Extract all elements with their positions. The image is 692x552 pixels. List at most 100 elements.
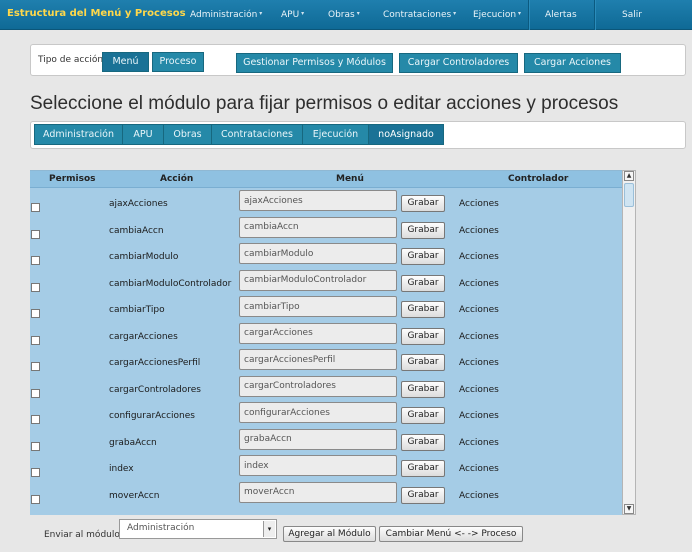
tab-apu[interactable]: APU	[123, 124, 164, 145]
menu-name-input[interactable]	[239, 481, 397, 503]
nav-label: Ejecucion	[473, 10, 517, 20]
enviar-modulo-label: Enviar al módulo:	[44, 530, 123, 540]
table-header: Permisos Acción Menú Controlador	[30, 171, 636, 188]
scroll-thumb[interactable]	[624, 183, 634, 207]
caret-down-icon: ▾	[453, 10, 457, 17]
proceso-toggle-button[interactable]: Proceso	[152, 52, 204, 72]
accion-cell: cambiaAccn	[109, 225, 164, 236]
menu-name-input[interactable]	[239, 428, 397, 450]
caret-down-icon: ▾	[356, 10, 360, 17]
grabar-button[interactable]: Grabar	[401, 248, 445, 265]
grabar-button[interactable]: Grabar	[401, 195, 445, 212]
permiso-checkbox[interactable]	[31, 362, 40, 371]
accion-cell: cargarControladores	[109, 384, 201, 395]
menu-name-input[interactable]	[239, 216, 397, 238]
grabar-button[interactable]: Grabar	[401, 301, 445, 318]
permiso-checkbox[interactable]	[31, 309, 40, 318]
agregar-modulo-button[interactable]: Agregar al Módulo	[283, 526, 376, 542]
nav-label: Contrataciones	[383, 10, 452, 20]
grabar-button[interactable]: Grabar	[401, 460, 445, 477]
actions-table[interactable]: Permisos Acción Menú Controlador ajaxAcc…	[30, 170, 636, 515]
nav-ejecucion[interactable]: Ejecucion ▾	[473, 10, 521, 20]
top-navbar: Estructura del Menú y Procesos Administr…	[0, 0, 692, 30]
tab-obras[interactable]: Obras	[164, 124, 212, 145]
menu-name-input[interactable]	[239, 322, 397, 344]
permiso-checkbox[interactable]	[31, 203, 40, 212]
menu-name-input[interactable]	[239, 375, 397, 397]
permiso-checkbox[interactable]	[31, 335, 40, 345]
controlador-cell: Acciones	[459, 331, 499, 342]
permiso-checkbox[interactable]	[31, 229, 40, 239]
controlador-cell: Acciones	[459, 252, 499, 262]
scroll-down-icon[interactable]: ▼	[624, 504, 634, 514]
menu-name-input[interactable]	[239, 402, 397, 423]
nav-salir[interactable]: Salir	[622, 10, 642, 20]
module-select-value: Administración	[127, 523, 195, 533]
grabar-button[interactable]: Grabar	[401, 327, 445, 345]
module-select[interactable]: Administración ▾	[119, 519, 277, 539]
accion-cell: cargarAccionesPerfil	[109, 358, 201, 368]
permiso-checkbox[interactable]	[31, 494, 40, 504]
page-title: Seleccione el módulo para fijar permisos…	[30, 93, 619, 114]
nav-apu[interactable]: APU ▾	[281, 10, 304, 20]
table-row: ajaxAcciones Grabar Acciones	[30, 190, 636, 216]
nav-alertas[interactable]: Alertas	[545, 10, 577, 20]
accion-cell: moverAccn	[109, 490, 160, 501]
grabar-button[interactable]: Grabar	[401, 407, 445, 424]
controlador-cell: Acciones	[459, 358, 499, 368]
permiso-checkbox[interactable]	[31, 415, 40, 424]
table-row: moverAccn Grabar Acciones	[30, 481, 636, 508]
tab-ejecucion[interactable]: Ejecución	[303, 124, 369, 145]
grabar-button[interactable]: Grabar	[401, 221, 445, 239]
gestionar-permisos-button[interactable]: Gestionar Permisos y Módulos	[236, 53, 393, 73]
menu-name-input[interactable]	[239, 455, 397, 476]
scroll-up-icon[interactable]: ▲	[624, 171, 634, 181]
accion-cell: cambiarTipo	[109, 305, 165, 315]
nav-label: Administración	[190, 10, 258, 20]
menu-name-input[interactable]	[239, 296, 397, 317]
table-row: cambiarTipo Grabar Acciones	[30, 296, 636, 322]
menu-toggle-button[interactable]: Menú	[102, 52, 149, 72]
tab-noasignado[interactable]: noAsignado	[369, 124, 444, 145]
cargar-controladores-button[interactable]: Cargar Controladores	[399, 53, 518, 73]
table-row: configurarAcciones Grabar Acciones	[30, 402, 636, 428]
grabar-button[interactable]: Grabar	[401, 433, 445, 451]
table-scrollbar[interactable]: ▲ ▼	[622, 170, 636, 515]
controlador-cell: Acciones	[459, 437, 499, 448]
grabar-button[interactable]: Grabar	[401, 274, 445, 292]
nav-label: APU	[281, 10, 300, 20]
menu-name-input[interactable]	[239, 269, 397, 291]
nav-obras[interactable]: Obras ▾	[328, 10, 360, 20]
header-accion: Acción	[160, 174, 194, 184]
permiso-checkbox[interactable]	[31, 256, 40, 265]
permiso-checkbox[interactable]	[31, 468, 40, 477]
header-menu: Menú	[336, 174, 364, 184]
accion-cell: cambiarModuloControlador	[109, 278, 232, 289]
permiso-checkbox[interactable]	[31, 282, 40, 292]
grabar-button[interactable]: Grabar	[401, 354, 445, 371]
menu-name-input[interactable]	[239, 349, 397, 370]
tab-contrataciones[interactable]: Contrataciones	[212, 124, 303, 145]
permiso-checkbox[interactable]	[31, 388, 40, 398]
nav-contrataciones[interactable]: Contrataciones ▾	[383, 10, 456, 20]
table-row: index Grabar Acciones	[30, 455, 636, 481]
cambiar-menu-proceso-button[interactable]: Cambiar Menú <- -> Proceso	[379, 526, 523, 542]
tipo-accion-label: Tipo de acción	[38, 55, 104, 65]
controlador-cell: Acciones	[459, 464, 499, 474]
table-row: grabaAccn Grabar Acciones	[30, 428, 636, 455]
tab-administracion[interactable]: Administración	[34, 124, 123, 145]
app-brand[interactable]: Estructura del Menú y Procesos	[7, 8, 186, 19]
table-row: cargarAccionesPerfil Grabar Acciones	[30, 349, 636, 375]
nav-administracion[interactable]: Administración ▾	[190, 10, 262, 20]
grabar-button[interactable]: Grabar	[401, 380, 445, 398]
cargar-acciones-button[interactable]: Cargar Acciones	[524, 53, 621, 73]
permiso-checkbox[interactable]	[31, 441, 40, 451]
grabar-button[interactable]: Grabar	[401, 486, 445, 504]
header-controlador: Controlador	[508, 174, 569, 184]
nav-divider	[594, 0, 595, 30]
accion-cell: cargarAcciones	[109, 331, 178, 342]
menu-name-input[interactable]	[239, 190, 397, 211]
menu-name-input[interactable]	[239, 243, 397, 264]
nav-divider	[528, 0, 529, 30]
nav-label: Obras	[328, 10, 355, 20]
